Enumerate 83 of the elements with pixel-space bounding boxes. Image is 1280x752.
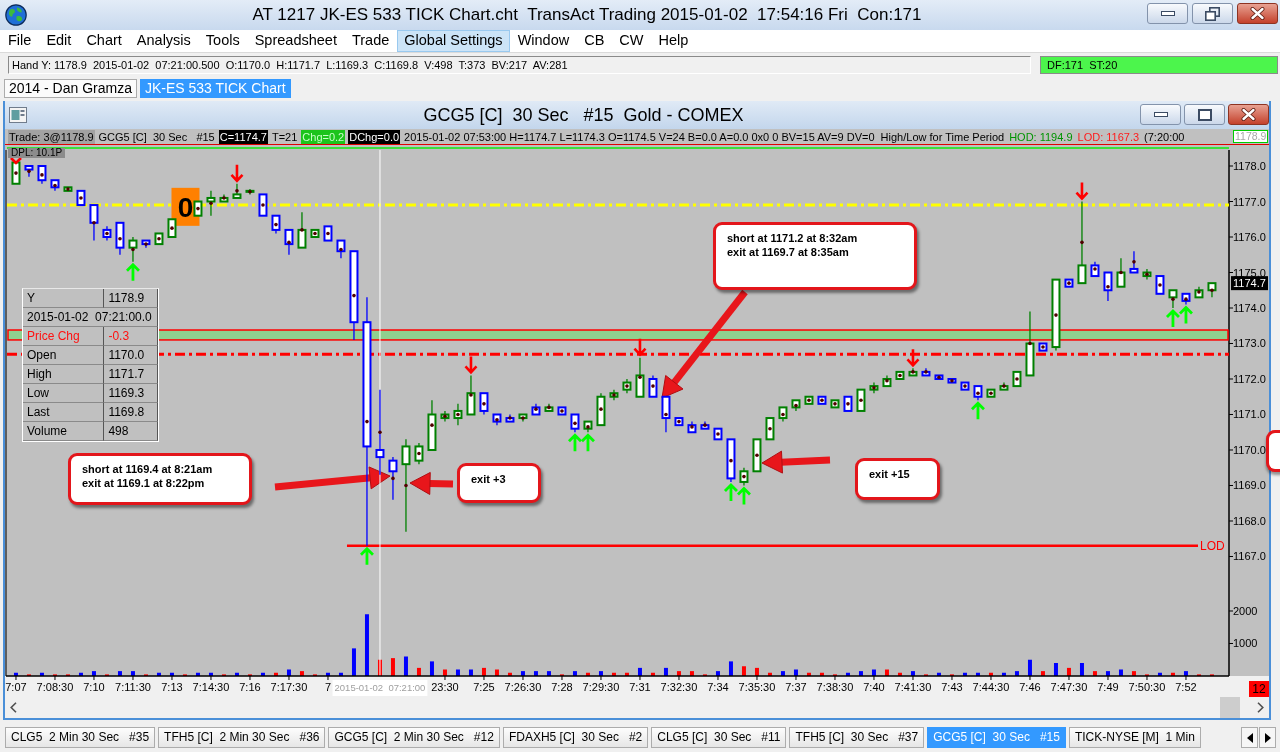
dpl-label: DPL: 10.1P [8, 148, 66, 158]
quote-readout: Hand Y: 1178.9 2015-01-02 07:21:00.500 O:1170.0 H:1171.7 L:1169.3 C:1169.8 V:498 T:373 BV:217 AV:281 [8, 55, 1031, 74]
axis-label: 1177.0 [1233, 195, 1266, 208]
axis-label: 7:08:30 [36, 681, 74, 693]
level-line-label: LOD [1200, 539, 1225, 554]
field-value: 498 [104, 422, 158, 441]
axis-label: 7:38:30 [816, 681, 854, 693]
axis-label: 7 [324, 681, 332, 693]
cursor-time-label: 2015-01-02 07:21:00 [332, 680, 428, 696]
axis-label: 7:26:30 [504, 681, 542, 693]
axis-label: 1167.0 [1233, 550, 1266, 563]
callout-note: short at 1171.2 at 8:32am exit at 1169.7 at 8:35am [713, 222, 917, 290]
axis-label: 7:31 [629, 681, 651, 693]
field-value: -0.3 [104, 327, 158, 346]
field-label: Open [23, 346, 105, 365]
axis-label: 7:43 [941, 681, 963, 693]
axis-label: 7:44:30 [972, 681, 1010, 693]
axis-label: 23:30 [431, 681, 459, 693]
chart-readout: T=21 [270, 129, 299, 144]
axis-label: 7:47:30 [1050, 681, 1088, 693]
field-label: Price Chg [23, 327, 105, 346]
axis-label: 7:14:30 [192, 681, 230, 693]
chart-readout: Trade: 3@1178.9 [8, 129, 95, 144]
chart-title: GCG5 [C] 30 Sec #15 Gold - COMEX [422, 104, 745, 126]
callout-note: exit +3 [457, 463, 541, 503]
field-label: Y [23, 289, 105, 308]
chart-readout: 2015-01-02 07:53:00 H=1174.7 L=1174.3 O=1174.5 V=24 B=0.0 A=0.0 0x0 0 BV=15 AV=9 DV=0 High/Low for Time Period [403, 129, 1006, 144]
axis-label: 1169.0 [1233, 479, 1266, 492]
callout-note: short at 1169.4 at 8:21am exit at 1169.1 at 8:22pm [68, 453, 252, 505]
axis-label: 7:49 [1097, 681, 1119, 693]
axis-label: 1171.0 [1233, 408, 1266, 421]
field-label: Last [23, 403, 105, 422]
axis-label: 1173.0 [1233, 337, 1266, 350]
annotation: 0 [177, 191, 194, 223]
field-label: Low [23, 384, 105, 403]
axis-label: 7:29:30 [582, 681, 620, 693]
field-label: Volume [23, 422, 105, 441]
axis-label: 7:17:30 [270, 681, 308, 693]
field-value: 1171.7 [104, 365, 158, 384]
axis-label: 7:28 [551, 681, 573, 693]
axis-label: 1170.0 [1233, 444, 1266, 456]
axis-label: 2000 [1233, 605, 1258, 617]
axis-label: 1178.0 [1233, 160, 1266, 172]
field-value: 1170.0 [104, 346, 158, 365]
axis-label: 7:25 [473, 681, 495, 693]
axis-label: 7:50:30 [1128, 681, 1166, 693]
chart-readout: C=1174.7 [218, 129, 268, 144]
count-badge: 12 [1249, 681, 1269, 697]
axis-label: 1172.0 [1233, 373, 1266, 385]
field-value: 2015-01-02 07:21:00.0 [23, 308, 158, 327]
chart-readout: LOD: 1167.3 [1076, 129, 1141, 144]
callout-note: exit +15 [855, 458, 940, 500]
field-value: 1169.3 [104, 384, 158, 403]
axis-label: 7:40 [863, 681, 885, 693]
axis-label: 7:32:30 [660, 681, 698, 693]
axis-label: 7:35:30 [738, 681, 776, 693]
axis-label: 7:16 [239, 681, 261, 693]
axis-label: 7:37 [785, 681, 807, 693]
axis-label: 1175.0 [1233, 266, 1266, 279]
axis-label: 1176.0 [1233, 231, 1266, 243]
last-price-label: 1174.7 [1231, 276, 1268, 291]
field-value: 1178.9 [104, 289, 158, 308]
axis-label: 7:13 [161, 681, 183, 693]
axis-label: 7:52 [1175, 681, 1197, 693]
axis-label: 1000 [1233, 637, 1258, 650]
field-label: High [23, 365, 105, 384]
axis-label: 7:41:30 [894, 681, 932, 693]
axis-label: 7:10 [83, 681, 105, 693]
window-title: AT 1217 JK-ES 533 TICK Chart.cht TransAct Trading 2015-01-02 17:54:16 Fri Con:171 [251, 4, 923, 26]
axis-label: 1168.0 [1233, 515, 1266, 527]
axis-label: 7:07 [5, 681, 27, 693]
chart-readout: DChg=0.0 [348, 129, 401, 144]
feed-status: DF:171 ST:20 [1040, 55, 1278, 74]
chart-readout: HOD: 1194.9 [1008, 129, 1074, 144]
axis-label: 7:34 [707, 681, 729, 693]
axis-label: 7:11:30 [115, 681, 151, 693]
cursor-price-label: 1178.9 [1233, 130, 1268, 143]
chart-readout: GCG5 [C] 30 Sec #15 [97, 129, 216, 144]
chart-readout: Chg=0.2 [301, 129, 346, 144]
chart-readout: (7:20:00 [1143, 129, 1186, 144]
field-value: 1169.8 [104, 403, 158, 422]
axis-label: 1174.0 [1233, 302, 1266, 314]
axis-label: 7:46 [1019, 681, 1041, 693]
